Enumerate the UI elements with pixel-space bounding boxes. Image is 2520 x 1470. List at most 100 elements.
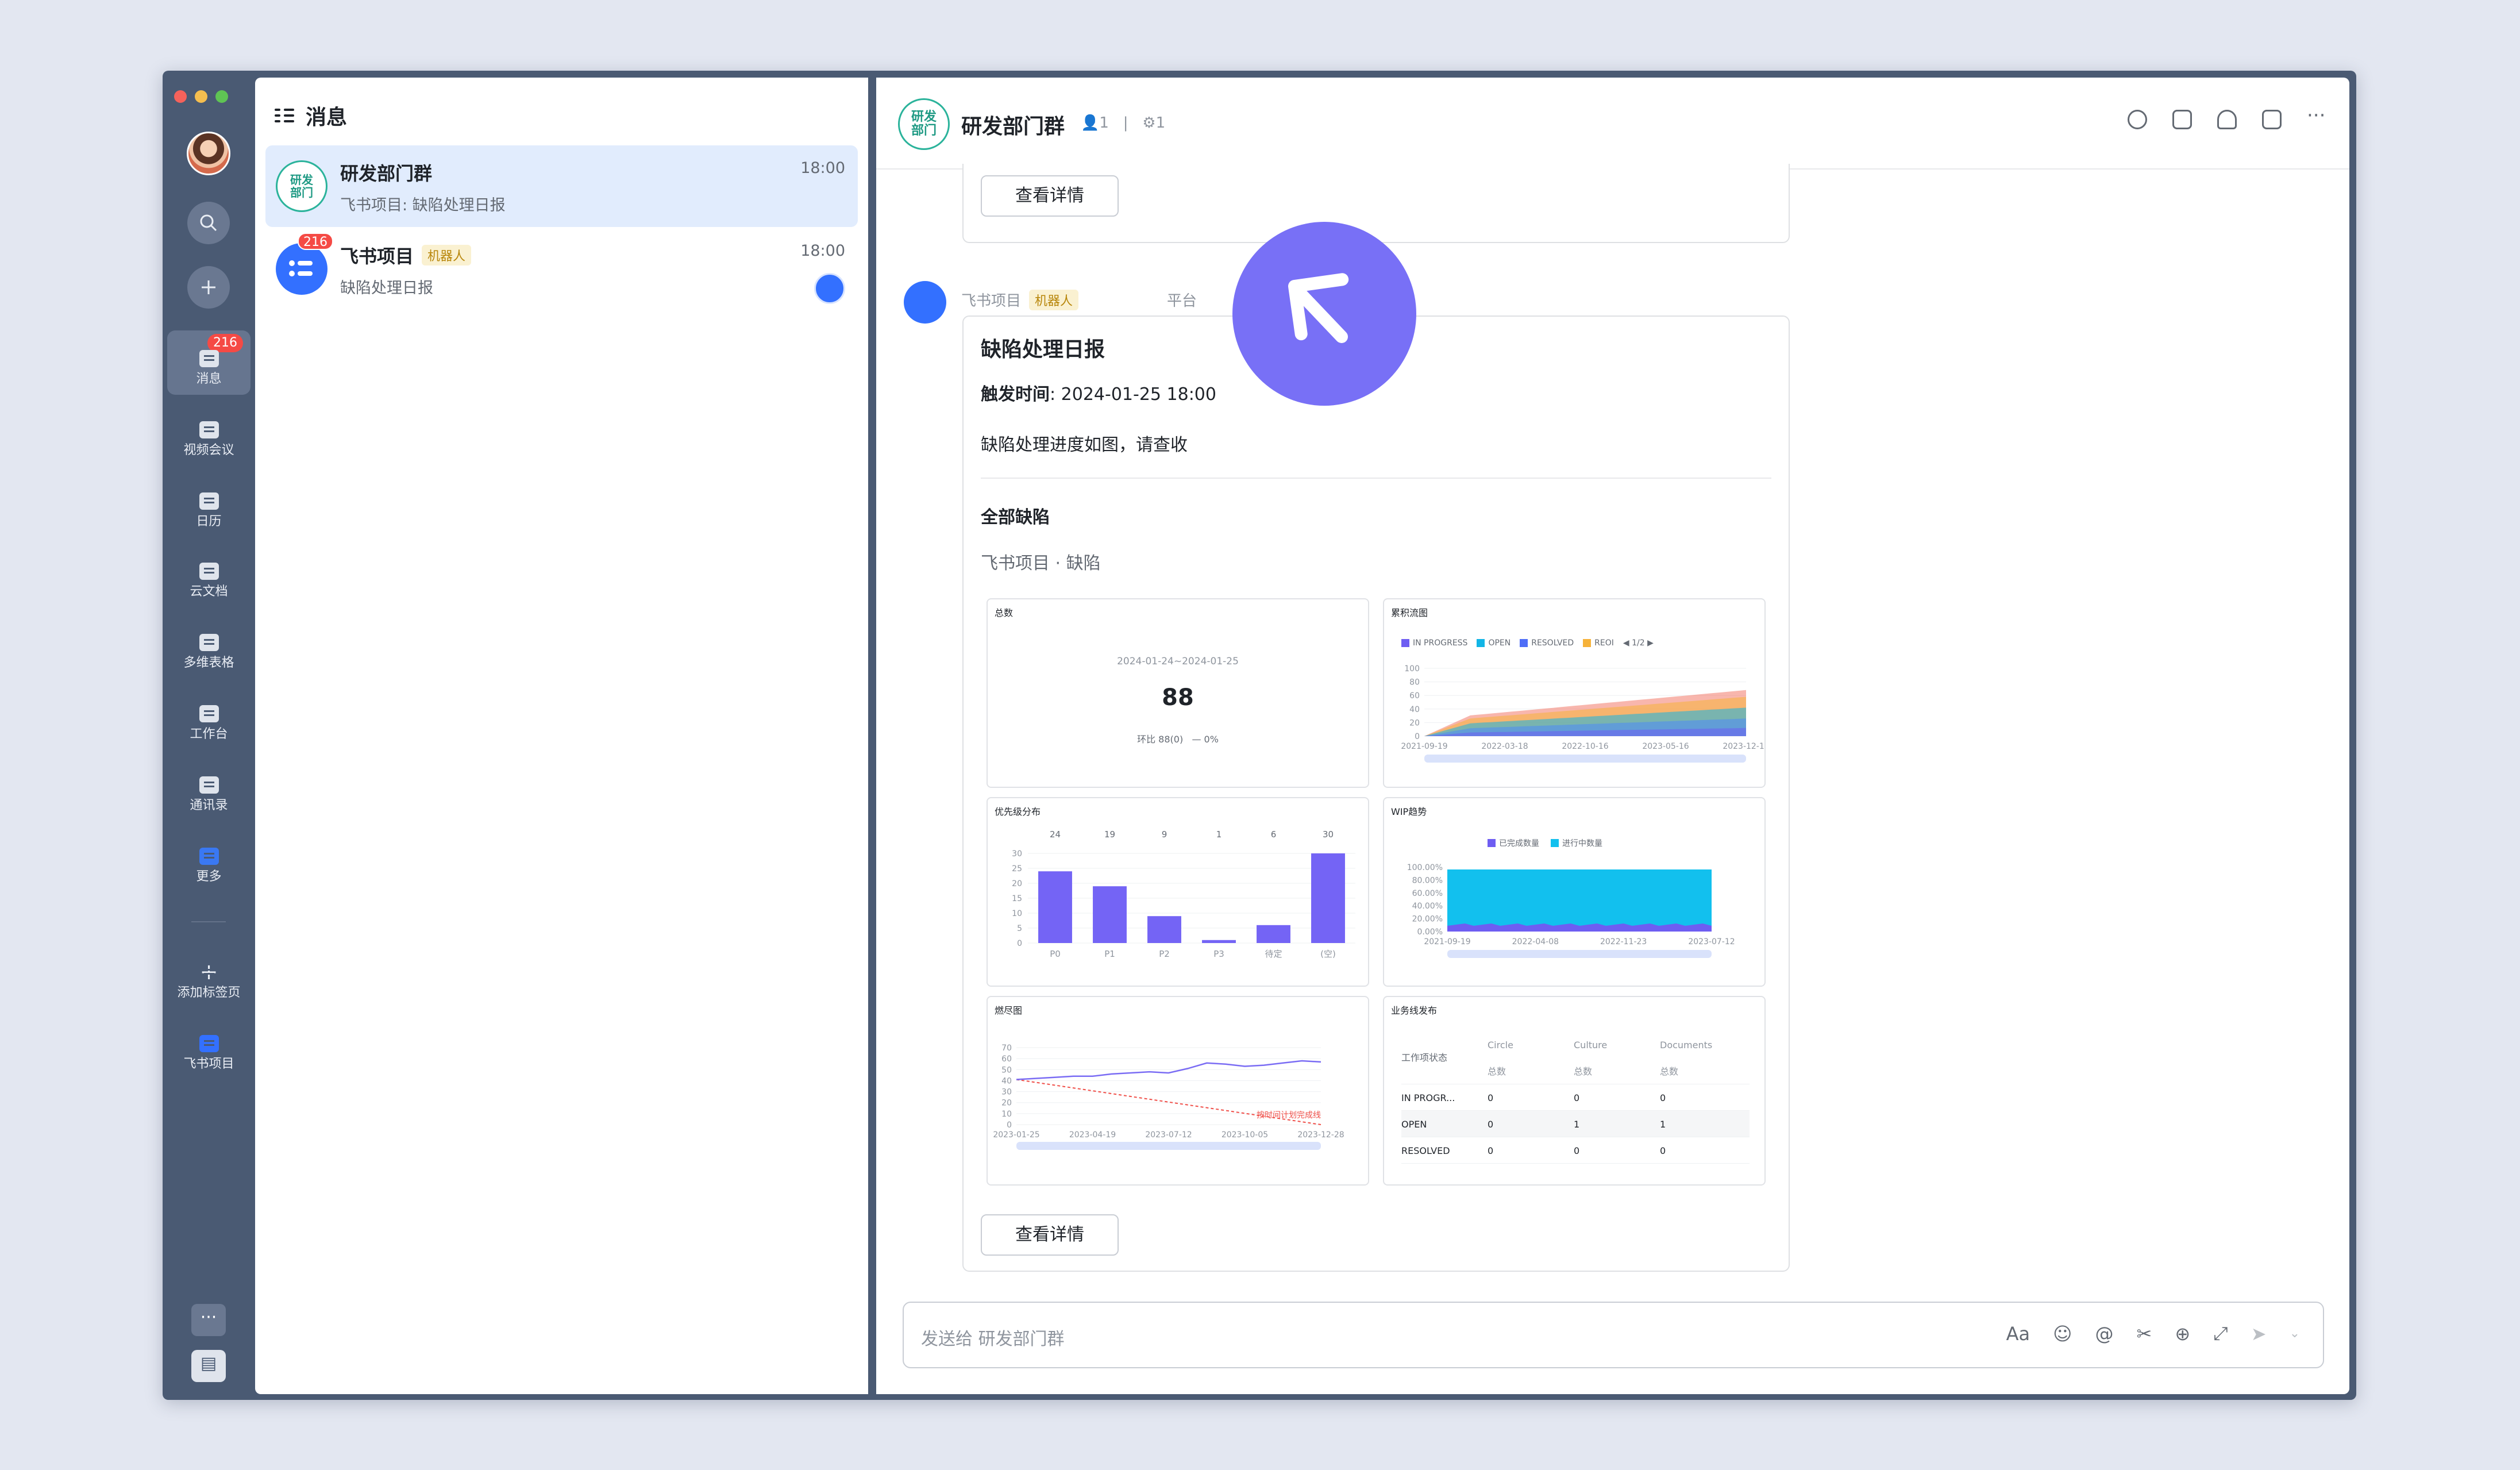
chat-name: 飞书项目 机器人	[340, 242, 472, 268]
y-tick-label: 60.00%	[1412, 889, 1443, 898]
nav-item-calendar[interactable]: 日历	[167, 473, 251, 537]
chat-item-feishu-project[interactable]: 216 飞书项目 机器人 缺陷处理日报 18:00	[265, 228, 858, 310]
y-tick-label: 5	[1017, 924, 1022, 933]
add-member-icon[interactable]	[2217, 110, 2237, 129]
nav-label: 视频会议	[183, 443, 234, 457]
cumulative-flow-chart[interactable]: 累积流图 IN PROGRESS OPEN RESOLVED REOI ◀ 1/2 ▶ …	[1383, 598, 1766, 788]
nav-item-video-meeting[interactable]: 视频会议	[167, 402, 251, 466]
priority-distribution-chart[interactable]: 优先级分布 0 5 10 15 20 25 30 24 P0 19 P1 9 P2 1 P3 6 待定 30 (空)	[987, 797, 1369, 987]
table-subheader-cell: 总数	[1574, 1065, 1593, 1077]
nav-rail: 216 消息 视频会议 日历 云文档 多维表格 工作台 通讯录 更多 + 添加标…	[163, 71, 255, 1400]
x-tick-label: 2023-04-19	[1069, 1130, 1116, 1140]
format-text-icon[interactable]: Aa	[2006, 1323, 2030, 1345]
app-shortcut-icon[interactable]	[814, 273, 845, 304]
plus-icon[interactable]	[187, 266, 230, 309]
card-divider	[981, 478, 1771, 479]
video-call-icon[interactable]	[2172, 110, 2192, 129]
trigger-time: 触发时间: 2024-01-25 18:00	[981, 380, 1216, 405]
range-slider	[1424, 755, 1746, 763]
scissors-icon[interactable]: ✂	[2137, 1323, 2152, 1345]
table-row: IN PROGR... 0 0 0	[1401, 1084, 1750, 1111]
range-slider	[1016, 1142, 1321, 1150]
area-series	[1447, 869, 1712, 932]
filter-list-icon[interactable]	[275, 107, 294, 124]
list-header: 消息	[275, 101, 347, 130]
y-tick-label: 80.00%	[1412, 876, 1443, 885]
x-tick-label: 2022-10-16	[1562, 742, 1608, 751]
nav-item-messages[interactable]: 216 消息	[167, 330, 251, 395]
search-icon[interactable]	[187, 202, 230, 244]
view-details-button[interactable]: 查看详情	[981, 1214, 1119, 1256]
nav-item-contacts[interactable]: 通讯录	[167, 757, 251, 821]
card-intro: 缺陷处理进度如图，请查收	[981, 435, 1188, 455]
nav-item-workplace[interactable]: 工作台	[167, 686, 251, 750]
bar	[1093, 886, 1127, 943]
close-window-button[interactable]	[174, 90, 187, 103]
burndown-chart[interactable]: 燃尽图 0 10 20 30 40 50 60 70 2023-01-25 2023-04-19 2…	[987, 996, 1369, 1186]
message-input[interactable]: 发送给 研发部门群 Aa ☺ @ ✂ ⊕ ⤢ ➤ ⌄	[903, 1302, 2324, 1368]
nav-item-docs[interactable]: 云文档	[167, 543, 251, 607]
chat-name-text: 飞书项目	[340, 245, 414, 267]
calendar-icon[interactable]	[2262, 110, 2282, 129]
group-avatar[interactable]: 研发 部门	[898, 98, 950, 150]
wip-area-plot: 0.00% 20.00% 40.00% 60.00% 80.00% 100.00% 2021…	[1407, 863, 1735, 958]
bot-avatar[interactable]	[904, 281, 946, 324]
table-cell: 0	[1660, 1145, 1666, 1156]
chat-time: 18:00	[800, 159, 845, 177]
chat-title[interactable]: 研发部门群	[961, 110, 1065, 140]
trigger-value: : 2024-01-25 18:00	[1050, 384, 1216, 405]
bar-value-label: 1	[1216, 829, 1222, 840]
wip-trend-chart[interactable]: WIP趋势 已完成数量 进行中数量 0.00% 20.00% 40.00% 60.00%…	[1383, 797, 1766, 987]
chevron-down-icon[interactable]: ⌄	[2290, 1326, 2300, 1341]
trigger-label: 触发时间	[981, 384, 1050, 405]
priority-bar-plot: 0 5 10 15 20 25 30 24 P0 19 P1 9 P2 1 P3 6 待定 30 (空)	[1012, 829, 1355, 959]
document-icon	[199, 563, 219, 580]
x-tick-label: 待定	[1265, 949, 1282, 959]
y-tick-label: 40	[1409, 705, 1420, 714]
business-line-release-table[interactable]: 业务线发布 Circle Culture Documents 工作项状态总数 总数 总数 I…	[1383, 996, 1766, 1186]
nav-item-add-tab[interactable]: + 添加标签页	[167, 944, 251, 1009]
nav-item-base[interactable]: 多维表格	[167, 614, 251, 679]
y-tick-label: 20	[1012, 879, 1022, 888]
x-tick-label: P2	[1159, 949, 1170, 959]
add-circle-icon[interactable]: ⊕	[2175, 1323, 2190, 1345]
table-cell: 0	[1488, 1118, 1494, 1130]
nav-item-more[interactable]: 更多	[167, 828, 251, 892]
maximize-window-button[interactable]	[215, 90, 228, 103]
more-icon[interactable]: ···	[191, 1304, 226, 1336]
minimize-window-button[interactable]	[195, 90, 207, 103]
section-subtitle: 飞书项目 · 缺陷	[981, 553, 1101, 574]
y-tick-label: 30	[1001, 1088, 1012, 1097]
list-title: 消息	[306, 106, 348, 129]
nav-item-feishu-project[interactable]: 飞书项目	[167, 1015, 251, 1080]
user-avatar[interactable]	[187, 132, 230, 175]
view-details-button[interactable]: 查看详情	[981, 175, 1119, 217]
y-tick-label: 60	[1001, 1055, 1012, 1064]
compare-line: 环比 88(0) — 0%	[988, 732, 1368, 745]
search-icon[interactable]	[2128, 110, 2147, 129]
y-tick-label: 0	[1007, 1121, 1012, 1130]
mention-icon[interactable]: @	[2095, 1323, 2114, 1345]
table-icon	[199, 634, 219, 651]
send-icon[interactable]: ➤	[2251, 1323, 2267, 1345]
total-value: 88	[1162, 684, 1194, 711]
table-cell: 0	[1574, 1145, 1580, 1156]
row-label: OPEN	[1401, 1118, 1427, 1130]
y-tick-label: 30	[1012, 849, 1022, 859]
bar	[1147, 916, 1181, 943]
table-header-cell: Culture	[1574, 1039, 1608, 1050]
x-tick-label: 2023-05-16	[1642, 742, 1689, 751]
row-label: IN PROGR...	[1401, 1092, 1455, 1103]
total-count-chart[interactable]: 总数 2024-01-24~2024-01-25 88 环比 88(0) — 0…	[987, 598, 1369, 788]
table-header-cell: Circle	[1488, 1039, 1513, 1050]
chat-preview: 缺陷处理日报	[340, 279, 433, 297]
more-icon[interactable]: ···	[2307, 106, 2326, 129]
bar-value-label: 24	[1050, 829, 1061, 840]
more-apps-icon	[199, 848, 219, 865]
chat-item-rd-group[interactable]: 研发 部门 研发部门群 飞书项目: 缺陷处理日报 18:00	[265, 145, 858, 227]
apps-icon[interactable]: ▤	[191, 1350, 226, 1382]
nav-label: 日历	[196, 514, 222, 529]
emoji-icon[interactable]: ☺	[2053, 1323, 2072, 1345]
expand-icon[interactable]: ⤢	[2213, 1322, 2228, 1345]
bar-value-label: 6	[1271, 829, 1277, 840]
